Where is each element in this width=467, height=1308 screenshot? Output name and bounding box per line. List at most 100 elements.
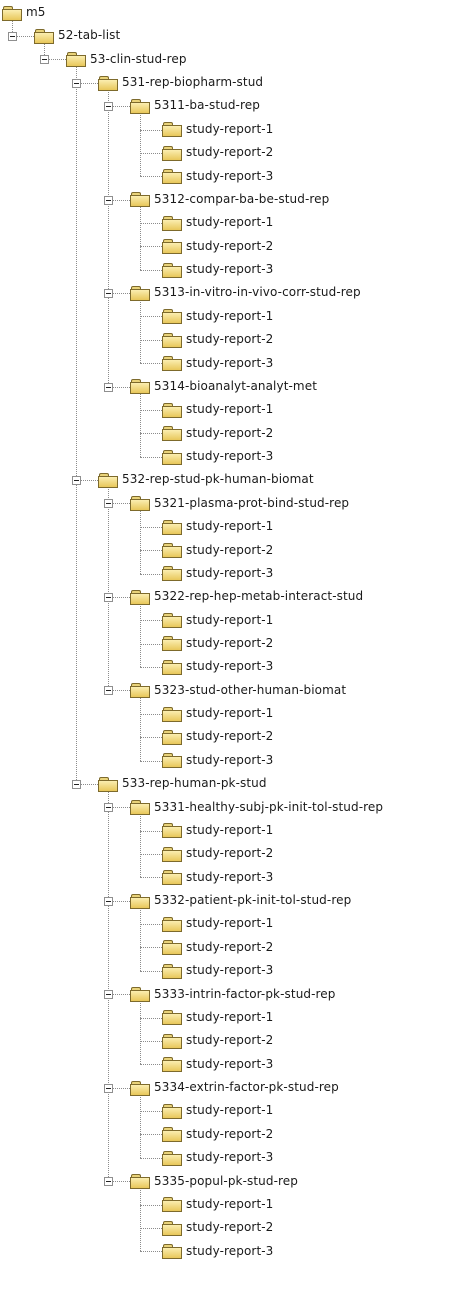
tree-branch-line [140, 620, 162, 622]
collapse-toggle-icon[interactable] [40, 55, 49, 65]
tree-node-study-report-1[interactable]: study-report-1 [162, 1193, 273, 1215]
tree-node-label: study-report-1 [186, 1009, 274, 1024]
tree-node-5334-extrin-factor-pk-stud-rep[interactable]: 5334-extrin-factor-pk-stud-rep [130, 1076, 339, 1098]
folder-icon [162, 565, 182, 582]
folder-icon [130, 986, 150, 1003]
collapse-toggle-icon[interactable] [72, 476, 81, 486]
folder-icon [162, 425, 182, 442]
tree-node-study-report-3[interactable]: study-report-3 [162, 258, 273, 280]
tree-node-study-report-3[interactable]: study-report-3 [162, 445, 273, 467]
folder-icon [162, 168, 182, 185]
tree-node-study-report-1[interactable]: study-report-1 [162, 702, 273, 724]
tree-node-5332-patient-pk-init-tol-stud-rep[interactable]: 5332-patient-pk-init-tol-stud-rep [130, 889, 351, 911]
tree-node-study-report-1[interactable]: study-report-1 [162, 305, 273, 327]
collapse-toggle-icon[interactable] [104, 1083, 113, 1093]
folder-icon [130, 1080, 150, 1096]
tree-node-study-report-2[interactable]: study-report-2 [162, 328, 273, 350]
tree-node-study-report-3[interactable]: study-report-3 [162, 1146, 273, 1168]
collapse-toggle-icon[interactable] [104, 1177, 113, 1187]
tree-node-study-report-2[interactable]: study-report-2 [162, 422, 273, 444]
collapse-toggle-icon[interactable] [104, 289, 113, 299]
collapse-toggle-icon[interactable] [104, 990, 113, 1000]
tree-connector-line [76, 66, 77, 784]
tree-node-5323-stud-other-human-biomat[interactable]: 5323-stud-other-human-biomat [130, 679, 346, 701]
tree-node-52-tab-list[interactable]: 52-tab-list [34, 24, 120, 46]
tree-node-53-clin-stud-rep[interactable]: 53-clin-stud-rep [66, 48, 187, 70]
collapse-toggle-icon[interactable] [104, 102, 113, 112]
tree-node-label: 53-clin-stud-rep [90, 51, 187, 66]
tree-branch-line [140, 947, 162, 949]
tree-branch-line [140, 433, 162, 435]
tree-branch-line [140, 176, 162, 178]
tree-node-5321-plasma-prot-bind-stud-rep[interactable]: 5321-plasma-prot-bind-stud-rep [130, 492, 349, 514]
tree-node-study-report-1[interactable]: study-report-1 [162, 211, 273, 233]
folder-icon [162, 1196, 182, 1213]
tree-node-label: 5312-compar-ba-be-stud-rep [154, 191, 330, 206]
tree-node-study-report-2[interactable]: study-report-2 [162, 842, 273, 864]
tree-node-study-report-2[interactable]: study-report-2 [162, 725, 273, 747]
tree-branch-line [140, 713, 162, 715]
tree-node-study-report-2[interactable]: study-report-2 [162, 141, 273, 163]
tree-node-study-report-3[interactable]: study-report-3 [162, 562, 273, 584]
tree-node-study-report-3[interactable]: study-report-3 [162, 749, 273, 771]
tree-node-label: study-report-2 [186, 1126, 274, 1141]
tree-node-study-report-2[interactable]: study-report-2 [162, 235, 273, 257]
tree-branch-line [140, 526, 162, 528]
tree-node-label: study-report-3 [186, 1056, 274, 1071]
tree-node-study-report-2[interactable]: study-report-2 [162, 539, 273, 561]
tree-node-5333-intrin-factor-pk-stud-rep[interactable]: 5333-intrin-factor-pk-stud-rep [130, 983, 336, 1005]
tree-node-study-report-3[interactable]: study-report-3 [162, 1240, 273, 1262]
tree-node-5314-bioanalyt-analyt-met[interactable]: 5314-bioanalyt-analyt-met [130, 375, 317, 397]
tree-node-532-rep-stud-pk-human-biomat[interactable]: 532-rep-stud-pk-human-biomat [98, 468, 314, 490]
collapse-toggle-icon[interactable] [104, 686, 113, 696]
tree-node-study-report-1[interactable]: study-report-1 [162, 515, 273, 537]
tree-node-study-report-1[interactable]: study-report-1 [162, 912, 273, 934]
tree-node-study-report-3[interactable]: study-report-3 [162, 165, 273, 187]
tree-branch-line [140, 830, 162, 832]
collapse-toggle-icon[interactable] [104, 896, 113, 906]
tree-node-label: study-report-2 [186, 939, 274, 954]
collapse-toggle-icon[interactable] [104, 195, 113, 205]
collapse-toggle-icon[interactable] [104, 382, 113, 392]
tree-node-study-report-2[interactable]: study-report-2 [162, 1123, 273, 1145]
folder-icon [66, 51, 86, 68]
tree-node-5335-popul-pk-stud-rep[interactable]: 5335-popul-pk-stud-rep [130, 1170, 298, 1192]
tree-node-study-report-2[interactable]: study-report-2 [162, 1216, 273, 1238]
collapse-toggle-icon[interactable] [104, 499, 113, 509]
collapse-toggle-icon[interactable] [72, 78, 81, 88]
tree-node-study-report-3[interactable]: study-report-3 [162, 655, 273, 677]
tree-node-study-report-3[interactable]: study-report-3 [162, 959, 273, 981]
tree-node-5322-rep-hep-metab-interact-stud[interactable]: 5322-rep-hep-metab-interact-stud [130, 585, 363, 607]
tree-branch-line [140, 456, 162, 458]
tree-node-label: study-report-1 [186, 519, 274, 534]
tree-node-533-rep-human-pk-stud[interactable]: 533-rep-human-pk-stud [98, 772, 267, 794]
tree-node-5311-ba-stud-rep[interactable]: 5311-ba-stud-rep [130, 94, 260, 116]
tree-branch-line [140, 667, 162, 669]
tree-node-study-report-3[interactable]: study-report-3 [162, 352, 273, 374]
tree-node-5331-healthy-subj-pk-init-tol-stud-rep[interactable]: 5331-healthy-subj-pk-init-tol-stud-rep [130, 796, 383, 818]
tree-node-study-report-1[interactable]: study-report-1 [162, 118, 273, 140]
tree-node-study-report-2[interactable]: study-report-2 [162, 632, 273, 654]
collapse-toggle-icon[interactable] [8, 32, 17, 42]
tree-node-study-report-3[interactable]: study-report-3 [162, 1053, 273, 1075]
tree-connector-line [108, 89, 109, 387]
folder-icon [162, 822, 182, 839]
tree-node-study-report-2[interactable]: study-report-2 [162, 936, 273, 958]
tree-node-531-rep-biopharm-stud[interactable]: 531-rep-biopharm-stud [98, 71, 263, 93]
tree-branch-line [140, 643, 162, 645]
tree-node-label: study-report-2 [186, 846, 274, 861]
tree-node-5312-compar-ba-be-stud-rep[interactable]: 5312-compar-ba-be-stud-rep [130, 188, 329, 210]
collapse-toggle-icon[interactable] [104, 803, 113, 813]
tree-node-study-report-3[interactable]: study-report-3 [162, 866, 273, 888]
tree-node-label: m5 [26, 5, 46, 19]
tree-node-study-report-1[interactable]: study-report-1 [162, 819, 273, 841]
tree-node-study-report-1[interactable]: study-report-1 [162, 609, 273, 631]
tree-node-study-report-1[interactable]: study-report-1 [162, 1099, 273, 1121]
collapse-toggle-icon[interactable] [104, 592, 113, 602]
collapse-toggle-icon[interactable] [72, 779, 81, 789]
tree-node-5313-in-vitro-in-vivo-corr-stud-rep[interactable]: 5313-in-vitro-in-vivo-corr-stud-rep [130, 281, 361, 303]
tree-node-study-report-1[interactable]: study-report-1 [162, 1006, 273, 1028]
tree-node-m5[interactable]: m5 [2, 1, 46, 23]
tree-node-study-report-1[interactable]: study-report-1 [162, 398, 273, 420]
tree-node-study-report-2[interactable]: study-report-2 [162, 1029, 273, 1051]
